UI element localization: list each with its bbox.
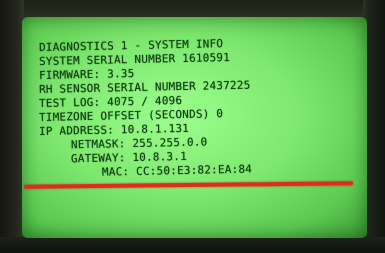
- device-bezel-left: [0, 0, 24, 253]
- red-underline-annotation: [23, 181, 354, 189]
- device-bezel-bottom: [0, 237, 385, 253]
- diagnostics-text-block: DIAGNOSTICS 1 - SYSTEM INFO SYSTEM SERIA…: [39, 37, 252, 181]
- lcd-screen: DIAGNOSTICS 1 - SYSTEM INFO SYSTEM SERIA…: [22, 17, 367, 238]
